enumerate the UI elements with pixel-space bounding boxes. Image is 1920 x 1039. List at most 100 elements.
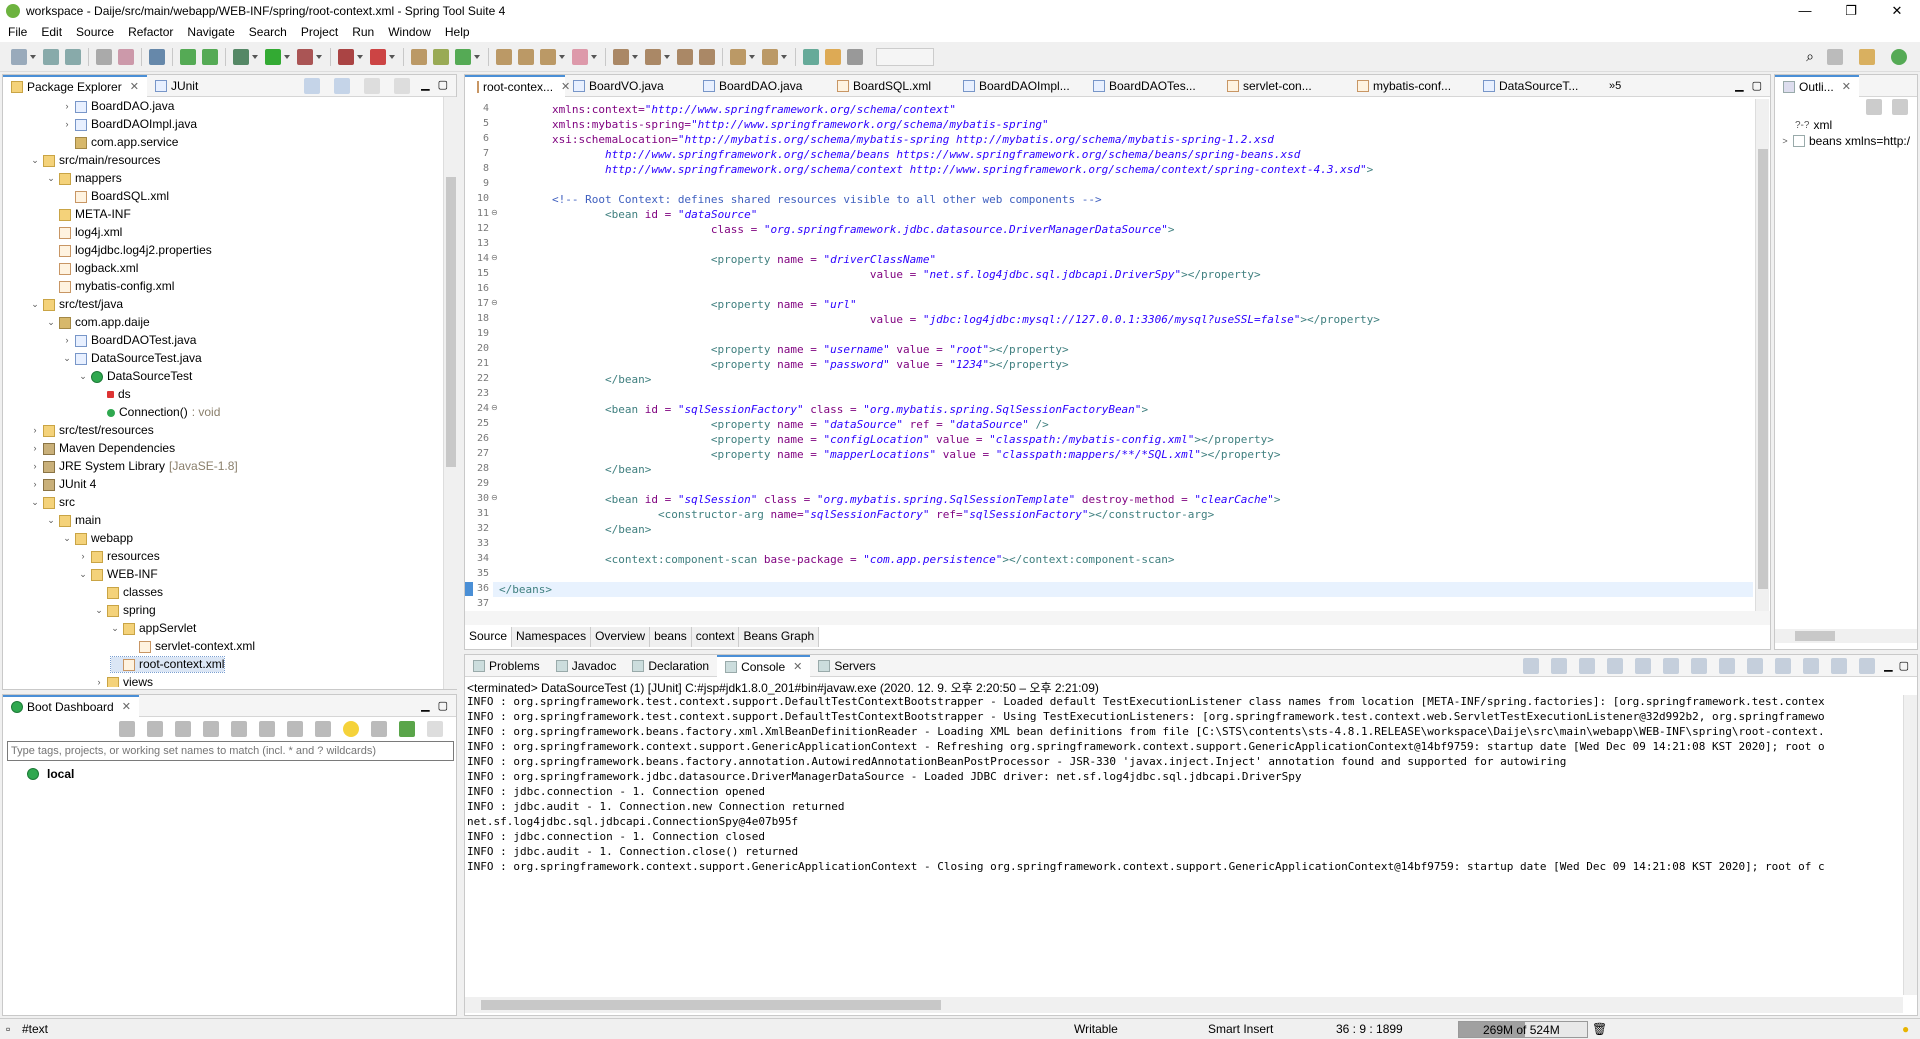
menu-project[interactable]: Project xyxy=(293,25,344,39)
tree-item[interactable]: ⌄ DataSourceTest.java xyxy=(63,351,202,366)
edit-icon[interactable] xyxy=(287,721,303,737)
open-web-icon[interactable] xyxy=(203,721,219,737)
menu-refactor[interactable]: Refactor xyxy=(120,25,179,39)
nav-forward-icon[interactable] xyxy=(762,48,778,65)
pin-icon[interactable] xyxy=(803,48,819,65)
tree-item[interactable]: log4j.xml xyxy=(47,225,122,240)
tree-item[interactable]: log4jdbc.log4j2.properties xyxy=(47,243,212,258)
java-perspective-icon[interactable] xyxy=(1859,48,1875,65)
editor-tab[interactable]: root-contex... ✕ xyxy=(465,74,570,97)
save-all-icon[interactable] xyxy=(65,48,81,65)
boot-dashboard-item-local[interactable]: local xyxy=(27,767,456,781)
tree-item[interactable]: ⌄ com.app.daije xyxy=(47,315,150,330)
expose-icon[interactable] xyxy=(371,721,387,737)
tab-declaration[interactable]: Declaration xyxy=(624,655,717,677)
open-folder-icon[interactable] xyxy=(496,48,512,65)
maximize-view-icon[interactable]: ▢ xyxy=(438,78,448,94)
expand-icon[interactable]: > xyxy=(1781,136,1789,146)
tab-junit[interactable]: JUnit xyxy=(147,75,206,97)
maximize-view-icon[interactable]: ▢ xyxy=(438,699,448,712)
dropdown-arrow-icon[interactable] xyxy=(316,54,322,59)
console-vertical-scrollbar[interactable] xyxy=(1903,695,1917,995)
editor-page-tab-beans[interactable]: beans xyxy=(650,627,692,647)
tree-item[interactable]: › src/test/resources xyxy=(31,423,154,438)
editor-vertical-scrollbar[interactable] xyxy=(1755,99,1769,611)
maximize-view-icon[interactable]: ▢ xyxy=(1899,659,1909,672)
tree-item[interactable]: BoardSQL.xml xyxy=(63,189,169,204)
tree-scrollbar[interactable] xyxy=(443,97,457,689)
collapsed-chevron-icon[interactable]: › xyxy=(31,477,39,492)
new-interface-icon[interactable] xyxy=(455,48,471,65)
spring-perspective-icon[interactable] xyxy=(1891,48,1907,65)
tab-javadoc[interactable]: Javadoc xyxy=(548,655,625,677)
dropdown-arrow-icon[interactable] xyxy=(632,54,638,59)
tree-item[interactable]: ⌄ src xyxy=(31,495,75,510)
dropdown-arrow-icon[interactable] xyxy=(284,54,290,59)
dropdown-arrow-icon[interactable] xyxy=(389,54,395,59)
expanded-chevron-icon[interactable]: ⌄ xyxy=(31,297,39,312)
expanded-chevron-icon[interactable]: ⌄ xyxy=(31,495,39,510)
minimize-button[interactable]: — xyxy=(1782,3,1828,19)
outline-horizontal-scrollbar[interactable] xyxy=(1775,629,1917,643)
menu-window[interactable]: Window xyxy=(380,25,437,39)
minimize-view-icon[interactable]: ▁ xyxy=(1735,79,1743,92)
marker-icon[interactable] xyxy=(825,48,841,65)
editor-tab[interactable]: servlet-con... xyxy=(1215,75,1345,97)
debug-icon[interactable] xyxy=(233,48,249,65)
expanded-chevron-icon[interactable]: ⌄ xyxy=(63,531,71,546)
editor-tab[interactable]: BoardDAO.java xyxy=(695,75,825,97)
scroll-lock-icon[interactable] xyxy=(1663,657,1680,674)
view-menu-icon[interactable] xyxy=(394,77,411,94)
stop-icon[interactable] xyxy=(175,721,191,737)
outline-scrollbar-thumb[interactable] xyxy=(1795,631,1835,641)
tree-item[interactable]: › BoardDAOImpl.java xyxy=(63,117,198,132)
tree-item[interactable]: › Maven Dependencies xyxy=(31,441,176,456)
menu-help[interactable]: Help xyxy=(437,25,476,39)
debug-view-icon[interactable] xyxy=(1831,657,1848,674)
console-output[interactable]: INFO : org.springframework.test.context.… xyxy=(465,695,1905,995)
tree-item[interactable]: servlet-context.xml xyxy=(127,639,255,654)
close-tab-icon[interactable]: ✕ xyxy=(1842,76,1851,98)
tree-item[interactable]: root-context.xml xyxy=(109,656,226,673)
tree-item[interactable]: ⌄ WEB-INF xyxy=(79,567,157,582)
console-scrollbar-thumb[interactable] xyxy=(481,1000,941,1010)
open-console-icon[interactable] xyxy=(1803,657,1820,674)
tree-item[interactable]: › JRE System Library [JavaSE-1.8] xyxy=(31,459,238,474)
editor-page-tab-namespaces[interactable]: Namespaces xyxy=(512,627,592,647)
close-tab-icon[interactable]: ✕ xyxy=(130,76,139,98)
menu-file[interactable]: File xyxy=(0,25,33,39)
search-icon[interactable]: ⌕ xyxy=(1806,48,1814,65)
config-icon[interactable] xyxy=(259,721,275,737)
collapsed-chevron-icon[interactable]: › xyxy=(31,441,39,456)
tree-item[interactable]: › views xyxy=(95,675,153,687)
tree-item[interactable]: mybatis-config.xml xyxy=(47,279,174,294)
expanded-chevron-icon[interactable]: ⌄ xyxy=(63,351,71,366)
outline-item-beans[interactable]: > beans xmlns=http:/ xyxy=(1775,133,1917,149)
remove-launch-icon[interactable] xyxy=(1579,657,1596,674)
collapsed-chevron-icon[interactable]: › xyxy=(95,675,103,687)
dropdown-arrow-icon[interactable] xyxy=(559,54,565,59)
heap-status[interactable]: 269M of 524M xyxy=(1458,1021,1588,1038)
garbage-collect-icon[interactable]: 🗑 xyxy=(1592,1022,1607,1036)
tree-item[interactable]: ⌄ src/main/resources xyxy=(31,153,160,168)
dropdown-arrow-icon[interactable] xyxy=(30,54,36,59)
console-horizontal-scrollbar[interactable] xyxy=(465,997,1903,1013)
tree-item[interactable]: classes xyxy=(95,585,163,600)
tree-item[interactable]: ⌄ src/test/java xyxy=(31,297,123,312)
debug-icon[interactable] xyxy=(147,721,163,737)
display-console-icon[interactable] xyxy=(1775,657,1792,674)
add-icon[interactable] xyxy=(399,721,415,737)
expanded-chevron-icon[interactable]: ⌄ xyxy=(47,513,55,528)
editor-page-tab-context[interactable]: context xyxy=(692,627,740,647)
link-with-editor-icon[interactable] xyxy=(334,77,351,94)
pin-console-icon[interactable] xyxy=(1747,657,1764,674)
copy-icon[interactable] xyxy=(1635,657,1652,674)
nav-back-icon[interactable] xyxy=(730,48,746,65)
refresh-icon[interactable] xyxy=(202,48,218,65)
view-menu-icon[interactable] xyxy=(427,721,443,737)
editor-tab[interactable]: BoardSQL.xml xyxy=(825,75,955,97)
tree-item[interactable]: Connection() : void xyxy=(95,405,220,420)
fold-toggle-icon[interactable]: ⊖ xyxy=(491,493,498,502)
forward-icon[interactable] xyxy=(699,48,715,65)
menu-navigate[interactable]: Navigate xyxy=(179,25,240,39)
